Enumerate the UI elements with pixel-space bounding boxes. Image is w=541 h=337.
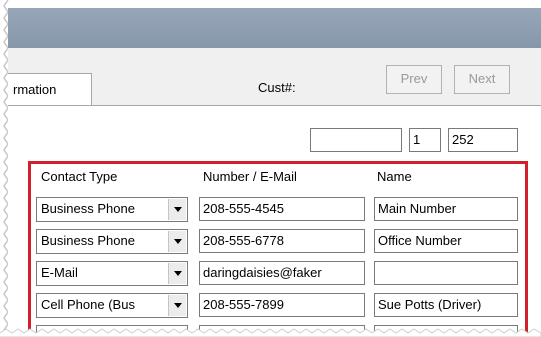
contact-type-value: Cell Phone (Bus	[41, 297, 135, 312]
contact-type-select[interactable]: Business Phone	[36, 197, 188, 222]
contact-type-value: Business Phone	[41, 201, 135, 216]
contact-name-field[interactable]	[374, 261, 518, 285]
dropdown-button[interactable]	[168, 263, 186, 284]
screenshot-canvas: rmation Prev Next Cust#: 1 252 Contact T…	[0, 0, 541, 337]
number-email-field[interactable]: 208-555-4545	[199, 197, 365, 221]
next-button[interactable]: Next	[454, 65, 510, 94]
dropdown-button[interactable]	[168, 231, 186, 252]
contact-type-select[interactable]: Cell Phone (Bus	[36, 293, 188, 318]
tab-information[interactable]: rmation	[8, 73, 92, 105]
customer-id-field[interactable]: 252	[448, 128, 518, 152]
dropdown-button[interactable]	[168, 199, 186, 220]
contact-name-field[interactable]: Sue Potts (Driver)	[374, 293, 518, 317]
contact-name-field[interactable]: Office Number	[374, 229, 518, 253]
name-header: Name	[377, 169, 412, 184]
chevron-down-icon	[174, 239, 182, 244]
chevron-down-icon	[174, 207, 182, 212]
customer-number-label: Cust#:	[258, 80, 296, 95]
number-email-field[interactable]: daringdaisies@faker	[199, 261, 365, 285]
window-titlebar	[8, 8, 541, 48]
chevron-down-icon	[174, 271, 182, 276]
number-email-field[interactable]: 208-555-7899	[199, 293, 365, 317]
tab-information-label: rmation	[13, 82, 57, 97]
number-email-header: Number / E-Mail	[203, 169, 297, 184]
chevron-down-icon	[174, 303, 182, 308]
torn-bottom-edge	[0, 328, 541, 337]
prev-button[interactable]: Prev	[386, 65, 442, 94]
number-email-field[interactable]: 208-555-6778	[199, 229, 365, 253]
contact-type-value: Business Phone	[41, 233, 135, 248]
customer-number-field[interactable]	[310, 128, 402, 152]
contact-type-select[interactable]: E-Mail	[36, 261, 188, 286]
dropdown-button[interactable]	[168, 295, 186, 316]
contact-type-value: E-Mail	[41, 265, 78, 280]
contact-type-header: Contact Type	[41, 169, 118, 184]
contact-name-field[interactable]: Main Number	[374, 197, 518, 221]
customer-number-part-field[interactable]: 1	[409, 128, 441, 152]
contact-type-select[interactable]: Business Phone	[36, 229, 188, 254]
